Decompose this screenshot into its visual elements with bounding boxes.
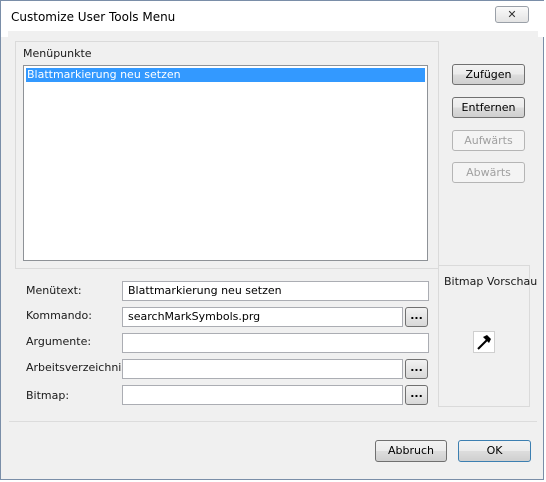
bitmap-preview-title: Bitmap Vorschau <box>444 275 538 288</box>
bitmap-label: Bitmap: <box>26 389 70 402</box>
arguments-field[interactable] <box>122 333 429 353</box>
ok-button[interactable]: OK <box>458 440 531 462</box>
workdir-field[interactable] <box>122 359 403 379</box>
menu-items-list[interactable]: Blattmarkierung neu setzen <box>23 65 428 261</box>
menu-items-group-label: Menüpunkte <box>23 47 92 60</box>
footer-separator <box>9 421 537 422</box>
dialog-window: Customize User Tools Menu ✕ Menüpunkte B… <box>0 0 545 480</box>
workdir-browse-button[interactable]: ... <box>405 359 428 379</box>
move-down-button[interactable]: Abwärts <box>452 162 525 183</box>
menutext-field[interactable]: Blattmarkierung neu setzen <box>122 281 429 301</box>
remove-button[interactable]: Entfernen <box>452 97 525 118</box>
list-item[interactable]: Blattmarkierung neu setzen <box>26 68 425 82</box>
command-label: Kommando: <box>26 309 92 322</box>
menutext-label: Menütext: <box>26 284 82 297</box>
command-browse-button[interactable]: ... <box>405 307 428 327</box>
move-up-button[interactable]: Aufwärts <box>452 130 525 151</box>
hammer-icon <box>477 335 491 350</box>
arguments-label: Argumente: <box>26 335 92 348</box>
bitmap-preview-image <box>473 331 495 353</box>
cancel-button[interactable]: Abbruch <box>375 440 447 462</box>
add-button[interactable]: Zufügen <box>452 64 525 85</box>
window-title: Customize User Tools Menu <box>11 10 176 24</box>
workdir-label: Arbeitsverzeichnis: <box>26 361 131 374</box>
bitmap-browse-button[interactable]: ... <box>405 385 428 405</box>
close-icon: ✕ <box>507 8 517 21</box>
close-button[interactable]: ✕ <box>495 6 529 23</box>
bitmap-field[interactable] <box>122 385 403 405</box>
command-field[interactable]: searchMarkSymbols.prg <box>122 307 403 327</box>
